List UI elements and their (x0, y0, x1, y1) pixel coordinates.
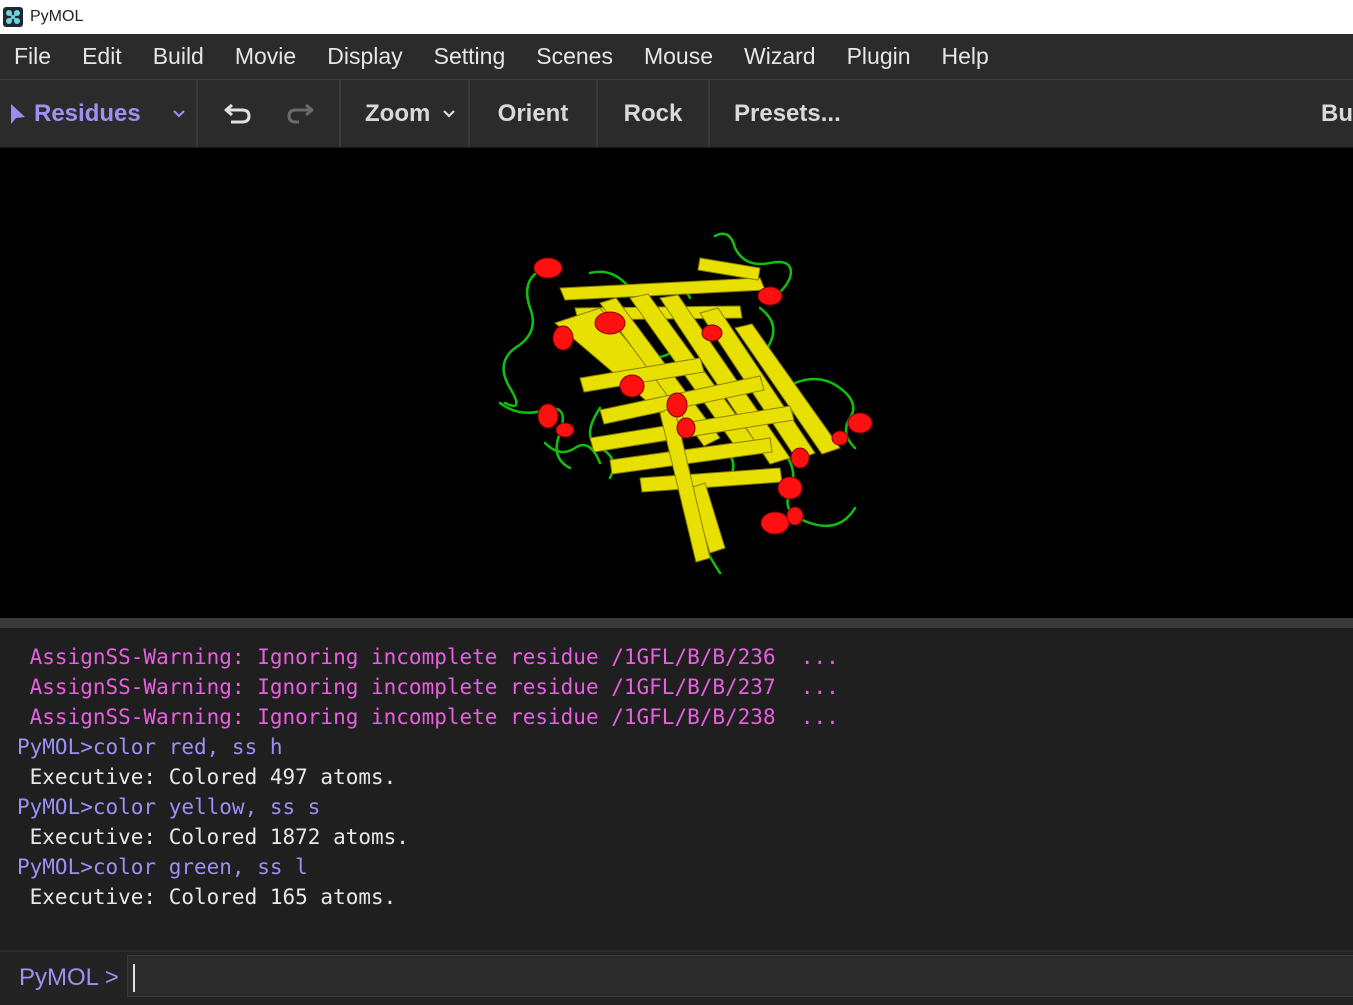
selection-mode-label: Residues (34, 99, 141, 127)
presets-button[interactable]: Presets... (710, 80, 850, 147)
command-bar: PyMOL > (0, 950, 1353, 1005)
protein-cartoon (498, 232, 873, 575)
orient-label: Orient (497, 99, 569, 127)
menu-display[interactable]: Display (313, 34, 419, 79)
console-line: PyMOL>color red, ss h (17, 735, 283, 759)
undo-redo-group (198, 80, 341, 147)
menu-edit[interactable]: Edit (68, 34, 139, 79)
menu-plugin[interactable]: Plugin (833, 34, 928, 79)
console-line: AssignSS-Warning: Ignoring incomplete re… (17, 675, 839, 699)
selection-mode-dropdown[interactable]: Residues (0, 80, 198, 147)
console-line: Executive: Colored 1872 atoms. (17, 825, 409, 849)
console-line: PyMOL>color yellow, ss s (17, 795, 321, 819)
pymol-logo-icon (3, 7, 23, 27)
builder-label: Bu (1321, 99, 1353, 127)
console-line: Executive: Colored 165 atoms. (17, 885, 397, 909)
menu-file[interactable]: File (0, 34, 68, 79)
undo-icon[interactable] (223, 101, 253, 127)
menu-movie[interactable]: Movie (221, 34, 313, 79)
menu-build[interactable]: Build (139, 34, 221, 79)
console-line: AssignSS-Warning: Ignoring incomplete re… (17, 705, 839, 729)
title-bar: PyMOL (0, 0, 1353, 34)
molecule-viewport[interactable] (0, 148, 1353, 618)
cursor-arrow-icon (11, 103, 25, 124)
menu-scenes[interactable]: Scenes (522, 34, 630, 79)
console-divider[interactable] (0, 618, 1353, 628)
menu-wizard[interactable]: Wizard (730, 34, 833, 79)
console-line: AssignSS-Warning: Ignoring incomplete re… (17, 645, 839, 669)
menu-setting[interactable]: Setting (420, 34, 523, 79)
zoom-label: Zoom (365, 99, 431, 127)
console-output: AssignSS-Warning: Ignoring incomplete re… (0, 628, 1353, 950)
presets-label: Presets... (734, 99, 841, 127)
chevron-down-icon (443, 109, 456, 118)
menu-help[interactable]: Help (928, 34, 1006, 79)
orient-button[interactable]: Orient (470, 80, 598, 147)
menu-bar: File Edit Build Movie Display Setting Sc… (0, 34, 1353, 80)
console-line: PyMOL>color green, ss l (17, 855, 308, 879)
command-input[interactable] (127, 955, 1353, 997)
toolbar: Residues Zoom Orient Rock Presets... Bu (0, 80, 1353, 149)
console-line: Executive: Colored 497 atoms. (17, 765, 397, 789)
rock-label: Rock (623, 99, 683, 127)
text-caret (133, 964, 135, 992)
command-prompt-label: PyMOL > (19, 964, 119, 991)
window-title: PyMOL (30, 8, 84, 25)
redo-icon[interactable] (285, 101, 315, 127)
rock-button[interactable]: Rock (598, 80, 710, 147)
builder-button[interactable]: Bu (1321, 80, 1353, 147)
chevron-down-icon (173, 109, 185, 118)
menu-mouse[interactable]: Mouse (630, 34, 730, 79)
zoom-button[interactable]: Zoom (341, 80, 470, 147)
